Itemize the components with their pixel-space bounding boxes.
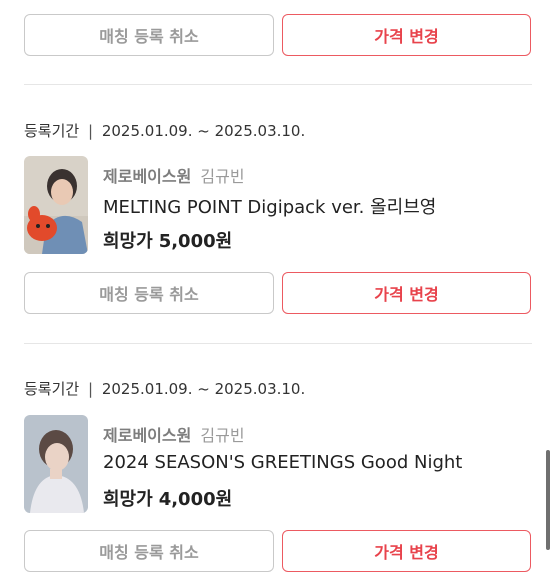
product-thumbnail[interactable] xyxy=(24,415,88,513)
photocard-image xyxy=(24,415,88,513)
product-title[interactable]: MELTING POINT Digipack ver. 올리브영 xyxy=(103,193,513,219)
period-separator: | xyxy=(87,380,94,398)
desired-price: 희망가 5,000원 xyxy=(103,227,232,253)
change-price-button[interactable]: 가격 변경 xyxy=(282,272,531,314)
price-value: 4,000원 xyxy=(158,489,233,510)
member-name: 김규빈 xyxy=(200,426,245,445)
period-separator: | xyxy=(87,122,94,140)
cancel-matching-button[interactable]: 매칭 등록 취소 xyxy=(24,272,274,314)
desired-price: 희망가 4,000원 xyxy=(103,485,232,511)
shop-name: 제로베이스원 xyxy=(103,426,192,445)
member-name: 김규빈 xyxy=(200,167,245,186)
product-thumbnail[interactable] xyxy=(24,156,88,254)
product-title[interactable]: 2024 SEASON'S GREETINGS Good Night xyxy=(103,452,523,473)
price-value: 5,000원 xyxy=(158,231,233,252)
registration-period: 등록기간 | 2025.01.09. ~ 2025.03.10. xyxy=(24,120,305,141)
cancel-matching-button[interactable]: 매칭 등록 취소 xyxy=(24,14,274,56)
cancel-matching-button[interactable]: 매칭 등록 취소 xyxy=(24,530,274,572)
price-label: 희망가 xyxy=(103,489,153,510)
period-label: 등록기간 xyxy=(24,122,80,140)
divider xyxy=(24,84,532,85)
photocard-image xyxy=(24,156,88,254)
divider xyxy=(24,343,532,344)
period-range: 2025.01.09. ~ 2025.03.10. xyxy=(101,122,306,140)
seller-info: 제로베이스원 김규빈 xyxy=(103,422,245,446)
shop-name: 제로베이스원 xyxy=(103,167,192,186)
period-range: 2025.01.09. ~ 2025.03.10. xyxy=(101,380,306,398)
price-label: 희망가 xyxy=(103,231,153,252)
change-price-button[interactable]: 가격 변경 xyxy=(282,14,531,56)
period-label: 등록기간 xyxy=(24,380,80,398)
registration-period: 등록기간 | 2025.01.09. ~ 2025.03.10. xyxy=(24,378,305,399)
seller-info: 제로베이스원 김규빈 xyxy=(103,163,245,187)
scrollbar-thumb[interactable] xyxy=(546,450,550,550)
change-price-button[interactable]: 가격 변경 xyxy=(282,530,531,572)
